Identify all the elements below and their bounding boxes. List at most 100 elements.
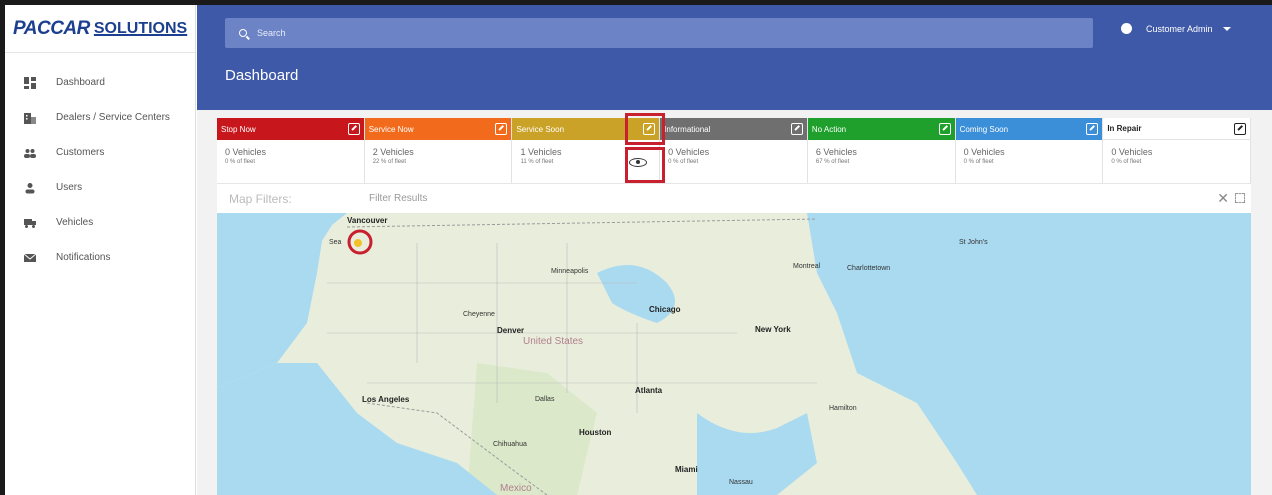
highlight-eye-icon xyxy=(625,147,665,183)
map-label-atlanta: Atlanta xyxy=(635,386,663,395)
sidebar-item-customers[interactable]: Customers xyxy=(5,135,195,170)
map-base xyxy=(217,213,1251,495)
filter-results-input[interactable]: Filter Results xyxy=(369,193,427,204)
status-card-stop-now[interactable]: Stop Now 0 Vehicles 0 % of fleet xyxy=(217,118,365,183)
map-filters-bar: Map Filters: Filter Results ✕ xyxy=(217,183,1251,213)
vehicle-count: 0 Vehicles xyxy=(963,147,1005,157)
map-label-denver: Denver xyxy=(497,326,525,335)
status-card-service-now[interactable]: Service Now 2 Vehicles 22 % of fleet xyxy=(364,118,513,183)
map-label-vancouver: Vancouver xyxy=(347,216,388,225)
status-card-no-action[interactable]: No Action 6 Vehicles 67 % of fleet xyxy=(807,118,956,183)
account-icon xyxy=(1121,23,1132,34)
map-label-new-york: New York xyxy=(755,325,791,334)
top-bar: Search Customer Admin Dashboard xyxy=(197,5,1272,110)
map-label-nassau: Nassau xyxy=(729,479,753,486)
map-label-houston: Houston xyxy=(579,428,612,437)
people-icon xyxy=(24,147,36,159)
open-external-icon[interactable] xyxy=(1234,122,1247,135)
open-external-icon[interactable] xyxy=(1086,123,1099,135)
vehicle-count: 0 Vehicles xyxy=(225,147,267,157)
sidebar-nav: Dashboard Dealers / Service Centers Cust… xyxy=(5,53,195,275)
map-label-st-johns: St John's xyxy=(959,239,988,246)
sidebar-item-vehicles[interactable]: Vehicles xyxy=(5,205,195,240)
map-label-seattle: Sea xyxy=(329,239,342,246)
status-card-informational[interactable]: Informational 0 Vehicles 0 % of fleet xyxy=(660,118,808,183)
card-title: In Repair xyxy=(1107,124,1142,133)
fleet-percent: 67 % of fleet xyxy=(815,159,850,165)
map-label-united-states: United States xyxy=(523,336,584,347)
status-card-in-repair[interactable]: In Repair 0 Vehicles 0 % of fleet xyxy=(1103,118,1252,183)
truck-icon xyxy=(24,217,36,229)
card-title: Stop Now xyxy=(221,124,256,134)
fleet-percent: 22 % of fleet xyxy=(372,159,407,165)
vehicle-count: 2 Vehicles xyxy=(372,147,414,157)
sidebar: PACCAR SOLUTIONS Dashboard Dealers / Ser… xyxy=(5,5,196,495)
close-icon[interactable]: ✕ xyxy=(1217,190,1229,207)
search-input[interactable]: Search xyxy=(225,18,1093,48)
person-icon xyxy=(24,182,36,194)
building-icon xyxy=(24,112,36,124)
card-header: No Action xyxy=(807,118,955,140)
open-external-icon[interactable] xyxy=(347,123,360,135)
card-header: Coming Soon xyxy=(955,118,1103,140)
logo-suffix: SOLUTIONS xyxy=(93,19,188,37)
map-label-chicago: Chicago xyxy=(649,305,681,314)
fleet-map[interactable]: Vancouver Sea Minneapolis Chicago New Yo… xyxy=(217,213,1251,495)
map-label-mexico: Mexico xyxy=(500,483,532,494)
fullscreen-icon[interactable] xyxy=(1235,193,1245,203)
fleet-percent: 0 % of fleet xyxy=(225,159,256,165)
open-external-icon[interactable] xyxy=(938,123,951,135)
highlight-external-link xyxy=(625,113,665,145)
card-title: Service Now xyxy=(368,124,414,134)
card-header: In Repair xyxy=(1103,118,1251,140)
card-title: Service Soon xyxy=(516,124,565,134)
user-menu[interactable]: Customer Admin xyxy=(1121,23,1231,34)
vehicle-count: 0 Vehicles xyxy=(1111,147,1153,157)
map-label-hamilton: Hamilton xyxy=(829,405,857,412)
chevron-down-icon xyxy=(1222,26,1231,31)
vehicle-marker[interactable] xyxy=(347,229,373,255)
fleet-percent: 0 % of fleet xyxy=(963,159,994,165)
card-header: Service Now xyxy=(364,118,512,140)
paccar-logo[interactable]: PACCAR SOLUTIONS xyxy=(5,5,195,53)
page-title: Dashboard xyxy=(225,67,299,84)
sidebar-item-label: Notifications xyxy=(56,252,111,263)
sidebar-item-notifications[interactable]: Notifications xyxy=(5,240,195,275)
search-icon xyxy=(239,29,247,37)
card-title: Informational xyxy=(664,124,711,134)
user-label: Customer Admin xyxy=(1146,23,1213,34)
sidebar-item-dealers[interactable]: Dealers / Service Centers xyxy=(5,100,195,135)
map-label-charlottetown: Charlottetown xyxy=(847,265,891,272)
card-title: No Action xyxy=(811,124,847,134)
sidebar-item-label: Vehicles xyxy=(56,217,94,228)
dashboard-icon xyxy=(24,76,36,89)
map-filters-label: Map Filters: xyxy=(229,191,292,206)
sidebar-item-label: Dashboard xyxy=(56,77,105,88)
vehicle-count: 0 Vehicles xyxy=(668,147,710,157)
open-external-icon[interactable] xyxy=(495,123,508,135)
map-label-dallas: Dallas xyxy=(535,396,555,403)
open-external-icon[interactable] xyxy=(790,123,803,135)
sidebar-item-label: Customers xyxy=(56,147,105,158)
search-placeholder: Search xyxy=(257,28,286,38)
status-card-coming-soon[interactable]: Coming Soon 0 Vehicles 0 % of fleet xyxy=(955,118,1104,183)
sidebar-item-users[interactable]: Users xyxy=(5,170,195,205)
card-header: Informational xyxy=(660,118,807,140)
map-label-minneapolis: Minneapolis xyxy=(551,268,589,275)
map-label-cheyenne: Cheyenne xyxy=(463,311,495,318)
vehicle-count: 6 Vehicles xyxy=(815,147,857,157)
card-header: Stop Now xyxy=(217,118,364,140)
fleet-percent: 0 % of fleet xyxy=(1111,159,1142,165)
map-label-chihuahua: Chihuahua xyxy=(493,441,527,448)
sidebar-item-dashboard[interactable]: Dashboard xyxy=(5,65,195,100)
fleet-percent: 0 % of fleet xyxy=(668,159,699,165)
mail-icon xyxy=(23,252,37,264)
logo-text: PACCAR xyxy=(13,17,90,39)
sidebar-item-label: Dealers / Service Centers xyxy=(56,112,170,123)
map-label-montreal: Montreal xyxy=(793,263,821,270)
sidebar-item-label: Users xyxy=(56,182,83,193)
map-label-los-angeles: Los Angeles xyxy=(362,395,410,404)
map-label-miami: Miami xyxy=(675,465,698,474)
status-cards: Stop Now 0 Vehicles 0 % of fleet Service … xyxy=(217,118,1252,183)
main-content: Stop Now 0 Vehicles 0 % of fleet Service … xyxy=(197,110,1272,495)
